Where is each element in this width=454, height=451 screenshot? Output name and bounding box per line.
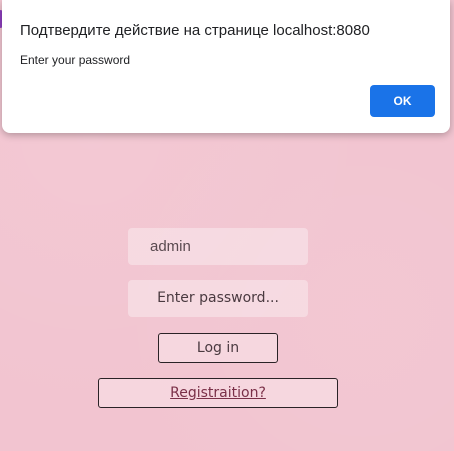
password-field[interactable]: Enter password... [128,280,308,317]
ok-button[interactable]: OK [370,85,435,117]
confirm-dialog: Подтвердите действие на странице localho… [2,0,450,133]
registration-button[interactable]: Registraition? [98,378,338,408]
username-field[interactable]: admin [128,228,308,265]
login-button[interactable]: Log in [158,333,278,363]
dialog-title: Подтвердите действие на странице localho… [20,22,370,39]
dialog-message: Enter your password [20,53,131,67]
